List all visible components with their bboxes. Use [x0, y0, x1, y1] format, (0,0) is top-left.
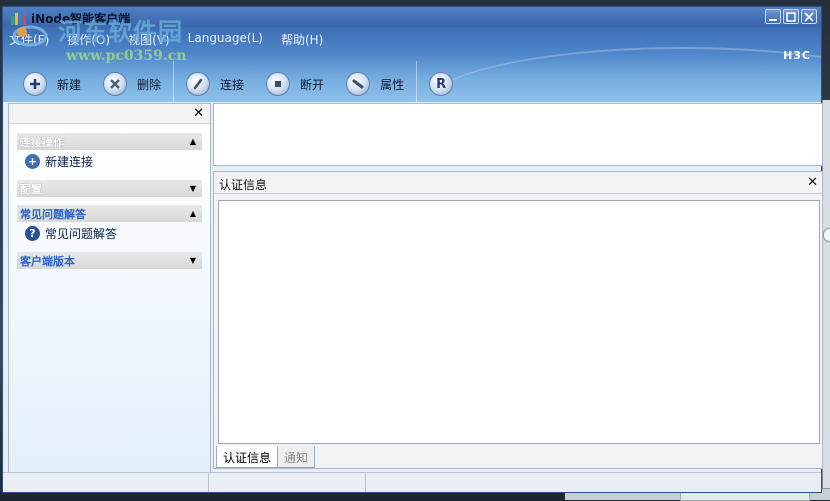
chevron-up-icon: ▲: [189, 209, 196, 218]
sidebar-close-icon[interactable]: ✕: [193, 106, 204, 121]
sidebar-item-faq[interactable]: ? 常见问题解答: [17, 222, 202, 244]
delete-button-label: 删除: [137, 77, 162, 92]
minimize-button[interactable]: [765, 9, 781, 24]
auth-info-content[interactable]: [218, 200, 820, 444]
toolbar: 新建 删除 连接 断开 属性 R: [23, 61, 475, 102]
menu-help[interactable]: 帮助(H): [281, 31, 323, 48]
delete-button[interactable]: 删除: [103, 72, 161, 96]
sidebar-item-label: 新建连接: [45, 154, 94, 169]
group-title: 客户端版本: [20, 254, 75, 268]
sidebar-group-version: 客户端版本 ▼: [17, 252, 202, 269]
minimize-icon: [769, 18, 777, 21]
brand-logo: H3C: [783, 49, 811, 62]
status-bar: [3, 472, 821, 492]
auth-panel-tabs: 认证信息 通知: [216, 446, 316, 468]
chevron-down-icon: ▼: [189, 256, 196, 265]
window-controls: [765, 9, 817, 24]
new-button[interactable]: 新建: [23, 72, 81, 96]
group-title: 常见问题解答: [20, 207, 86, 221]
wrench-icon: [346, 72, 371, 96]
properties-button[interactable]: 属性: [346, 72, 404, 96]
sidebar-group-config: 配置 ▼: [17, 180, 202, 197]
r-badge-icon: R: [429, 72, 454, 96]
plug-icon: [186, 72, 211, 96]
group-header-connection[interactable]: 连接操作 ▲: [17, 133, 202, 150]
sidebar-group-faq: 常见问题解答 ▲ ? 常见问题解答: [17, 205, 202, 244]
app-window: iNode智能客户端 文件(F) 操作(O) 视图(V) Language(L)…: [2, 6, 823, 493]
status-cell-1: [3, 473, 209, 492]
auth-panel-title: 认证信息: [219, 178, 268, 192]
connect-button-label: 连接: [220, 77, 245, 92]
sidebar-item-new-connection[interactable]: + 新建连接: [17, 150, 202, 172]
connect-button[interactable]: 连接: [186, 72, 244, 96]
background-window-edge: [822, 100, 830, 500]
close-icon: [804, 11, 814, 22]
sidebar-item-label: 常见问题解答: [45, 226, 118, 241]
properties-button-label: 属性: [380, 77, 405, 92]
sidebar-group-connection: 连接操作 ▲ + 新建连接: [17, 133, 202, 172]
menu-language[interactable]: Language(L): [188, 31, 263, 48]
plus-circle-icon: [23, 72, 47, 96]
decorative-wave: [423, 47, 821, 102]
chevron-down-icon: ▼: [189, 184, 196, 193]
sidebar-panel: ✕ 连接操作 ▲ + 新建连接 配置 ▼ 常见问题解答 ▲ ? 常见问题解答 客…: [8, 103, 211, 473]
r-button[interactable]: R: [429, 72, 454, 96]
status-cell-2: [209, 473, 366, 492]
tab-auth-info[interactable]: 认证信息: [216, 446, 279, 468]
disconnect-button-label: 断开: [300, 77, 325, 92]
watermark-text: 河东软件园: [58, 18, 183, 46]
auth-panel-header: 认证信息 ✕: [214, 172, 822, 194]
group-title: 配置: [20, 182, 42, 196]
sidebar-body: 连接操作 ▲ + 新建连接 配置 ▼ 常见问题解答 ▲ ? 常见问题解答 客户端…: [9, 125, 210, 472]
group-header-config[interactable]: 配置 ▼: [17, 180, 202, 197]
toolbar-separator: [173, 61, 175, 102]
sidebar-header: ✕: [9, 104, 210, 124]
stop-icon: [266, 72, 291, 96]
background-window-knob: [823, 228, 830, 242]
x-circle-icon: [103, 72, 128, 96]
maximize-button[interactable]: [783, 9, 799, 24]
maximize-icon: [786, 11, 796, 22]
watermark-logo: [12, 25, 48, 47]
auth-info-panel: 认证信息 ✕ 认证信息 通知: [213, 171, 823, 469]
group-title: 连接操作: [20, 135, 64, 149]
toolbar-separator-2: [416, 61, 418, 102]
plus-circle-icon: +: [25, 153, 40, 169]
chevron-up-icon: ▲: [189, 137, 196, 146]
disconnect-button[interactable]: 断开: [266, 72, 324, 96]
connection-list-pane[interactable]: [213, 103, 823, 166]
group-header-faq[interactable]: 常见问题解答 ▲: [17, 205, 202, 222]
watermark-url: www.pc0359.cn: [66, 48, 187, 64]
status-cell-3: [366, 473, 821, 492]
tab-notice[interactable]: 通知: [278, 446, 316, 468]
group-header-version[interactable]: 客户端版本 ▼: [17, 252, 202, 269]
auth-panel-close-icon[interactable]: ✕: [807, 175, 818, 190]
close-window-button[interactable]: [801, 9, 817, 24]
question-circle-icon: ?: [25, 225, 40, 241]
new-button-label: 新建: [57, 77, 82, 92]
